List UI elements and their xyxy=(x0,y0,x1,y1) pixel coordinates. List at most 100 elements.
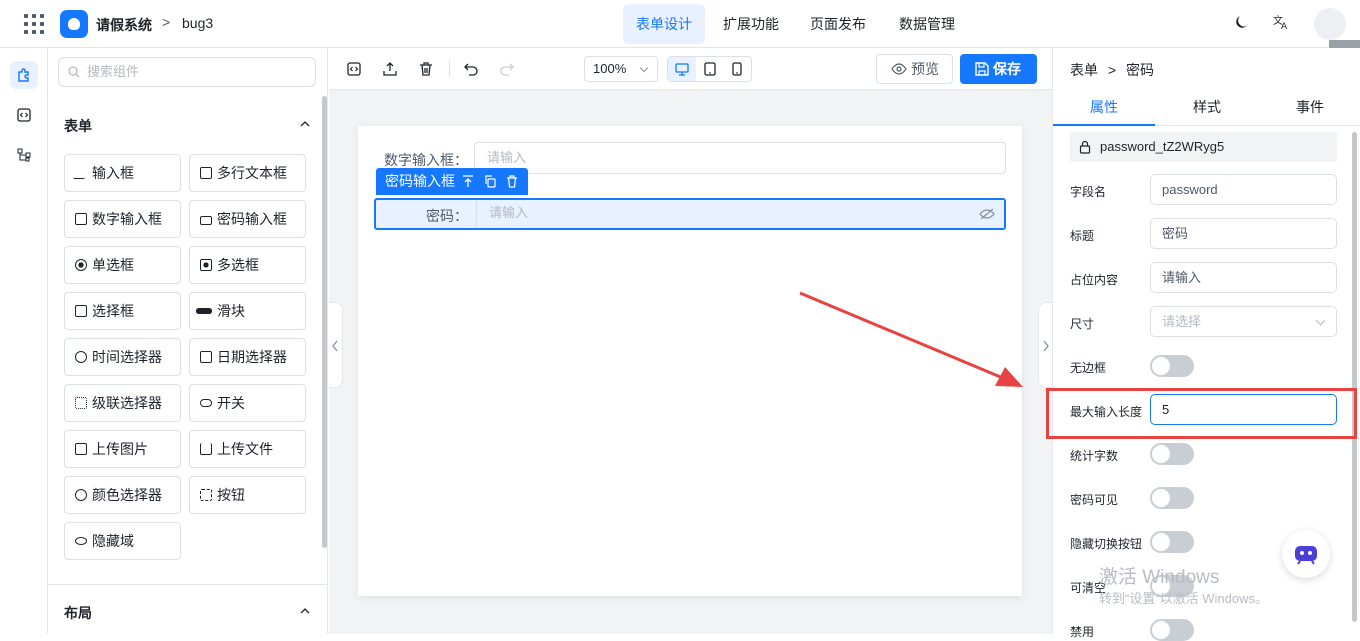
chevron-left-icon xyxy=(332,340,338,352)
app-logo xyxy=(60,10,88,38)
save-button[interactable]: 保存 xyxy=(960,54,1037,84)
comp-upload-file[interactable]: 上传文件 xyxy=(189,430,306,468)
button-icon xyxy=(200,489,212,501)
avatar[interactable] xyxy=(1314,8,1346,40)
comp-slider[interactable]: 滑块 xyxy=(189,292,306,330)
prop-label-placeholder: 占位内容 xyxy=(1070,273,1119,287)
disabled-toggle[interactable] xyxy=(1150,619,1194,641)
field-label-number: 数字输入框： xyxy=(384,152,468,168)
tablet-icon[interactable] xyxy=(696,57,724,81)
collapse-right-handle[interactable] xyxy=(1038,302,1052,388)
prop-label-size: 尺寸 xyxy=(1070,317,1095,331)
comp-textarea[interactable]: 多行文本框 xyxy=(189,154,306,192)
move-up-icon[interactable] xyxy=(462,175,474,188)
switch-icon xyxy=(200,399,212,407)
tab-styles[interactable]: 样式 xyxy=(1156,90,1258,126)
password-input-field[interactable]: 请输入 xyxy=(476,200,1004,228)
lock-icon xyxy=(1079,140,1091,154)
comp-hidden-field[interactable]: 隐藏域 xyxy=(64,522,181,560)
props-tabs: 属性 样式 事件 xyxy=(1053,90,1360,126)
comp-radio[interactable]: 单选框 xyxy=(64,246,181,284)
chevron-up-icon[interactable] xyxy=(299,605,311,617)
export-icon[interactable] xyxy=(381,60,399,78)
props-breadcrumb: 表单 > 密码 xyxy=(1070,62,1154,78)
password-visible-toggle[interactable] xyxy=(1150,487,1194,509)
windows-activation-hint: 转到“设置”以激活 Windows。 xyxy=(1099,591,1269,606)
apps-grid-icon[interactable] xyxy=(24,14,44,34)
palette-icon xyxy=(75,489,87,501)
selected-component-tag: 密码输入框 xyxy=(376,168,528,195)
search-input[interactable]: 搜索组件 xyxy=(58,57,316,87)
tab-page-publish[interactable]: 页面发布 xyxy=(797,4,879,44)
components-puzzle-icon[interactable] xyxy=(10,61,38,89)
prop-label-disabled: 禁用 xyxy=(1070,625,1095,639)
eye-off-icon xyxy=(75,537,87,545)
comp-cascader[interactable]: 级联选择器 xyxy=(64,384,181,422)
comp-switch[interactable]: 开关 xyxy=(189,384,306,422)
app-name: 请假系统 xyxy=(96,17,152,33)
robot-icon xyxy=(1295,546,1317,565)
slider-icon xyxy=(200,310,212,312)
project-name[interactable]: bug3 xyxy=(182,15,213,31)
tab-form-design[interactable]: 表单设计 xyxy=(623,4,705,44)
tree-structure-icon[interactable] xyxy=(10,141,38,169)
size-select[interactable]: 请选择 xyxy=(1150,306,1337,337)
red-highlight-box xyxy=(1046,388,1357,439)
number-icon xyxy=(75,213,87,225)
cascader-icon xyxy=(75,397,87,409)
red-arrow-annotation xyxy=(799,291,1023,387)
left-rail xyxy=(0,48,48,634)
component-id: password_tZ2WRyg5 xyxy=(1070,132,1337,162)
undo-icon[interactable] xyxy=(462,60,480,78)
tab-events[interactable]: 事件 xyxy=(1259,90,1360,126)
comp-color-picker[interactable]: 颜色选择器 xyxy=(64,476,181,514)
code-view-icon[interactable] xyxy=(345,60,363,78)
tab-extensions[interactable]: 扩展功能 xyxy=(710,4,792,44)
assistant-bot-button[interactable] xyxy=(1282,530,1330,578)
windows-activation-watermark: 激活 Windows xyxy=(1099,567,1220,588)
comp-upload-image[interactable]: 上传图片 xyxy=(64,430,181,468)
palette-scrollbar[interactable] xyxy=(322,96,327,548)
select-icon xyxy=(75,305,87,317)
search-placeholder: 搜索组件 xyxy=(87,64,140,79)
preview-button[interactable]: 预览 xyxy=(876,54,953,84)
show-count-toggle[interactable] xyxy=(1150,443,1194,465)
save-disk-icon xyxy=(975,62,989,76)
comp-time-picker[interactable]: 时间选择器 xyxy=(64,338,181,376)
eye-off-icon[interactable] xyxy=(979,207,995,221)
comp-checkbox[interactable]: 多选框 xyxy=(189,246,306,284)
textarea-icon xyxy=(200,167,212,179)
collapse-left-handle[interactable] xyxy=(329,302,343,388)
comp-number-input[interactable]: 数字输入框 xyxy=(64,200,181,238)
delete-icon[interactable] xyxy=(506,175,518,188)
translate-icon[interactable]: 文A xyxy=(1272,14,1292,34)
mobile-icon[interactable] xyxy=(723,57,751,81)
chevron-up-icon[interactable] xyxy=(299,118,311,130)
zoom-select[interactable]: 100% xyxy=(584,56,658,82)
prop-label-hide-toggle: 隐藏切换按钮 xyxy=(1070,537,1143,551)
borderless-toggle[interactable] xyxy=(1150,355,1194,377)
top-bar: 请假系统 > bug3 表单设计 扩展功能 页面发布 数据管理 文A xyxy=(0,0,1360,48)
comp-input[interactable]: 输入框 xyxy=(64,154,181,192)
copy-icon[interactable] xyxy=(484,175,496,188)
tab-data-management[interactable]: 数据管理 xyxy=(886,4,968,44)
props-scrollbar[interactable] xyxy=(1352,132,1357,622)
comp-password-input[interactable]: 密码输入框 xyxy=(189,200,306,238)
field-name-input[interactable]: password xyxy=(1150,174,1337,205)
tab-attributes[interactable]: 属性 xyxy=(1053,90,1155,126)
lock-icon xyxy=(200,216,212,225)
comp-select[interactable]: 选择框 xyxy=(64,292,181,330)
checkbox-icon xyxy=(200,259,212,271)
moon-icon[interactable] xyxy=(1232,14,1252,34)
desktop-icon[interactable] xyxy=(668,57,696,81)
code-icon[interactable] xyxy=(10,101,38,129)
number-input-field[interactable]: 请输入 xyxy=(474,142,1006,174)
comp-date-picker[interactable]: 日期选择器 xyxy=(189,338,306,376)
trash-icon[interactable] xyxy=(417,60,435,78)
title-input[interactable]: 密码 xyxy=(1150,218,1337,249)
comp-button[interactable]: 按钮 xyxy=(189,476,306,514)
pen-icon xyxy=(72,167,90,179)
redo-icon[interactable] xyxy=(498,60,516,78)
placeholder-input[interactable]: 请输入 xyxy=(1150,262,1337,293)
hide-toggle-button-toggle[interactable] xyxy=(1150,531,1194,553)
